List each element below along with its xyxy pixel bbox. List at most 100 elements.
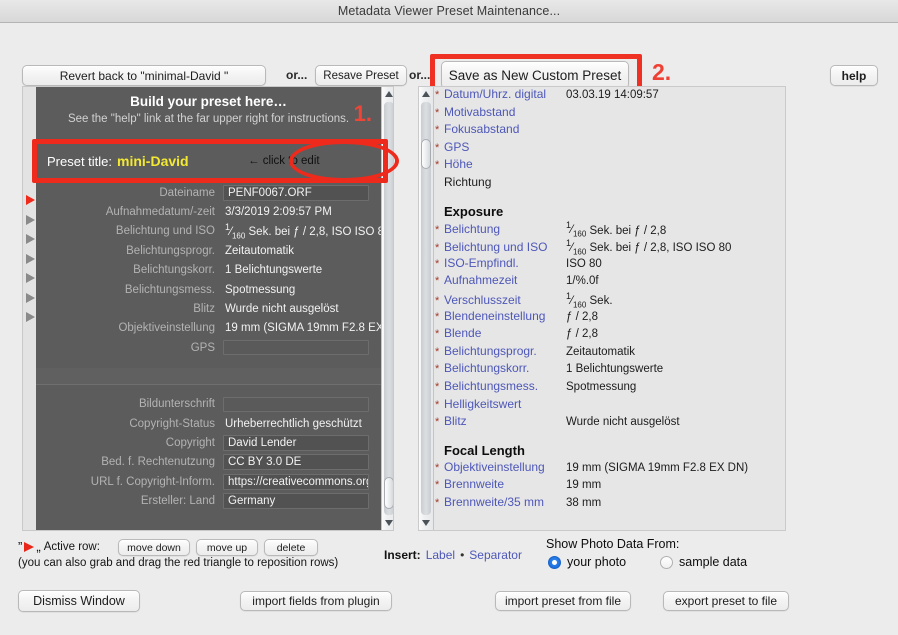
preset-field-row[interactable]: Aufnahmedatum/-zeit3/3/2019 2:09:57 PM (36, 202, 381, 221)
insert-label-link[interactable]: Label (426, 548, 455, 562)
metadata-entry-label[interactable]: Belichtungskorr. (444, 361, 566, 375)
right-panel-scrollbar[interactable] (419, 87, 434, 530)
metadata-entry-label[interactable]: Belichtung (444, 222, 566, 236)
scroll-up-arrow-icon[interactable] (419, 87, 433, 101)
preset-field-row[interactable]: GPS (36, 338, 381, 357)
move-down-button[interactable]: move down (118, 539, 190, 556)
help-button[interactable]: help (830, 65, 878, 86)
revert-preset-button[interactable]: Revert back to "minimal-David " (22, 65, 266, 86)
metadata-entry-label[interactable]: Motivabstand (444, 105, 566, 119)
metadata-entry-row[interactable]: *Helligkeitswert (435, 397, 785, 415)
preset-field-value[interactable]: https://creativecommons.org (223, 474, 369, 490)
radio-sample-data-indicator[interactable] (660, 556, 673, 569)
metadata-entry-label[interactable]: GPS (444, 140, 566, 154)
metadata-entry-row[interactable]: *ISO-Empfindl.ISO 80 (435, 256, 785, 274)
metadata-entry-row[interactable]: *Blendeneinstellungƒ / 2,8 (435, 309, 785, 327)
dismiss-window-button[interactable]: Dismiss Window (18, 590, 140, 612)
preset-field-row[interactable]: Bed. f. RechtenutzungCC BY 3.0 DE (36, 453, 381, 472)
metadata-entry-row[interactable]: *Höhe (435, 157, 785, 175)
metadata-entry-label[interactable]: Objektiveinstellung (444, 460, 566, 474)
metadata-entry-value: 1/%.0f (566, 275, 599, 287)
metadata-entry-row[interactable]: *Aufnahmezeit1/%.0f (435, 273, 785, 291)
scroll-up-arrow-icon[interactable] (382, 87, 394, 101)
metadata-entry-row[interactable]: *Objektiveinstellung19 mm (SIGMA 19mm F2… (435, 460, 785, 478)
preset-field-row[interactable]: BlitzWurde nicht ausgelöst (36, 299, 381, 318)
export-preset-to-file-button[interactable]: export preset to file (663, 591, 789, 611)
row-triangle-icon[interactable] (26, 273, 35, 283)
preset-title-value[interactable]: mini-David (117, 153, 189, 169)
preset-field-row[interactable]: CopyrightDavid Lender (36, 433, 381, 452)
preset-field-row[interactable]: Bildunterschrift (36, 395, 381, 414)
preset-field-value[interactable]: PENF0067.ORF (223, 185, 369, 201)
metadata-entry-row[interactable]: *Motivabstand (435, 105, 785, 123)
preset-field-value[interactable]: David Lender (223, 435, 369, 451)
metadata-entry-label[interactable]: Verschlusszeit (444, 293, 566, 307)
row-triangle-icon[interactable] (26, 234, 35, 244)
metadata-entry-row[interactable]: *BlitzWurde nicht ausgelöst (435, 414, 785, 432)
preset-field-value[interactable]: Germany (223, 493, 369, 509)
delete-row-button[interactable]: delete (264, 539, 318, 556)
metadata-entry-row[interactable]: Richtung (435, 175, 785, 193)
scroll-down-arrow-icon[interactable] (382, 516, 394, 530)
scrollbar-track[interactable] (384, 102, 394, 515)
radio-your-photo[interactable]: your photo (548, 555, 626, 569)
preset-field-value[interactable] (223, 397, 369, 412)
import-fields-from-plugin-button[interactable]: import fields from plugin (240, 591, 392, 611)
preset-field-row[interactable]: Copyright-StatusUrheberrechtlich geschüt… (36, 414, 381, 433)
metadata-entry-label[interactable]: Blende (444, 326, 566, 340)
row-triangle-icon[interactable] (26, 254, 35, 264)
metadata-entry-label[interactable]: Aufnahmezeit (444, 273, 566, 287)
scrollbar-thumb[interactable] (421, 139, 431, 169)
metadata-entry-row[interactable]: *Fokusabstand (435, 122, 785, 140)
metadata-entry-row[interactable]: *GPS (435, 140, 785, 158)
metadata-entry-row[interactable]: *Belichtung und ISO1⁄160 Sek. bei ƒ / 2,… (435, 238, 785, 256)
metadata-entry-label[interactable]: Belichtungsmess. (444, 379, 566, 393)
preset-field-row[interactable]: Belichtungsprogr.Zeitautomatik (36, 241, 381, 260)
radio-sample-data[interactable]: sample data (660, 555, 747, 569)
metadata-entry-label[interactable]: Belichtungsprogr. (444, 344, 566, 358)
preset-field-row[interactable]: Belichtungskorr.1 Belichtungswerte (36, 261, 381, 280)
preset-field-row[interactable]: DateinamePENF0067.ORF (36, 183, 381, 202)
metadata-entry-label[interactable]: Blitz (444, 414, 566, 428)
preset-field-value[interactable] (223, 340, 369, 355)
metadata-entry-row[interactable]: *Brennweite/35 mm38 mm (435, 495, 785, 513)
row-triangle-icon[interactable] (26, 215, 35, 225)
metadata-entry-row[interactable]: *Datum/Uhrz. digital03.03.19 14:09:57 (435, 87, 785, 105)
preset-field-row[interactable]: Belichtungsmess.Spotmessung (36, 280, 381, 299)
left-panel-scrollbar[interactable] (381, 87, 394, 530)
preset-field-row[interactable]: Ersteller: LandGermany (36, 491, 381, 510)
import-preset-from-file-button[interactable]: import preset from file (495, 591, 631, 611)
metadata-entry-label[interactable]: Blendeneinstellung (444, 309, 566, 323)
metadata-entry-label[interactable]: Datum/Uhrz. digital (444, 87, 566, 101)
metadata-entry-row[interactable]: *Belichtungskorr.1 Belichtungswerte (435, 361, 785, 379)
radio-your-photo-indicator[interactable] (548, 556, 561, 569)
scrollbar-thumb[interactable] (384, 477, 394, 509)
active-row-triangle-icon[interactable] (26, 195, 35, 205)
preset-field-row[interactable]: Objektiveinstellung19 mm (SIGMA 19mm F2.… (36, 319, 381, 338)
metadata-entry-row[interactable]: *Verschlusszeit1⁄160 Sek. (435, 291, 785, 309)
row-triangle-icon[interactable] (26, 312, 35, 322)
insert-separator-link[interactable]: Separator (469, 548, 522, 562)
metadata-entry-row[interactable]: *Brennweite19 mm (435, 477, 785, 495)
metadata-entry-label[interactable]: Höhe (444, 157, 566, 171)
move-up-button[interactable]: move up (196, 539, 258, 556)
metadata-entry-label[interactable]: Fokusabstand (444, 122, 566, 136)
metadata-entry-label[interactable]: ISO-Empfindl. (444, 256, 566, 270)
metadata-entry-label[interactable]: Richtung (444, 175, 566, 189)
metadata-entry-row[interactable]: *Belichtung1⁄160 Sek. bei ƒ / 2,8 (435, 221, 785, 239)
save-as-new-custom-preset-button[interactable]: Save as New Custom Preset (441, 61, 629, 89)
metadata-entry-row[interactable]: *Blendeƒ / 2,8 (435, 326, 785, 344)
metadata-entry-row[interactable]: *Belichtungsmess.Spotmessung (435, 379, 785, 397)
preset-field-row[interactable]: URL f. Copyright-Inform.https://creative… (36, 472, 381, 491)
metadata-entry-label[interactable]: Belichtung und ISO (444, 240, 566, 254)
preset-field-row[interactable]: Belichtung und ISO1⁄160 Sek. bei ƒ / 2,8… (36, 222, 381, 241)
row-triangle-icon[interactable] (26, 293, 35, 303)
preset-title-row[interactable]: Preset title: mini-David ← click to edit (36, 142, 381, 180)
metadata-entry-label[interactable]: Brennweite/35 mm (444, 495, 566, 509)
metadata-entry-label[interactable]: Helligkeitswert (444, 397, 566, 411)
preset-field-value[interactable]: CC BY 3.0 DE (223, 454, 369, 470)
metadata-entry-row[interactable]: *Belichtungsprogr.Zeitautomatik (435, 344, 785, 362)
metadata-entry-label[interactable]: Brennweite (444, 477, 566, 491)
scroll-down-arrow-icon[interactable] (419, 516, 433, 530)
resave-preset-button[interactable]: Resave Preset (315, 65, 407, 86)
